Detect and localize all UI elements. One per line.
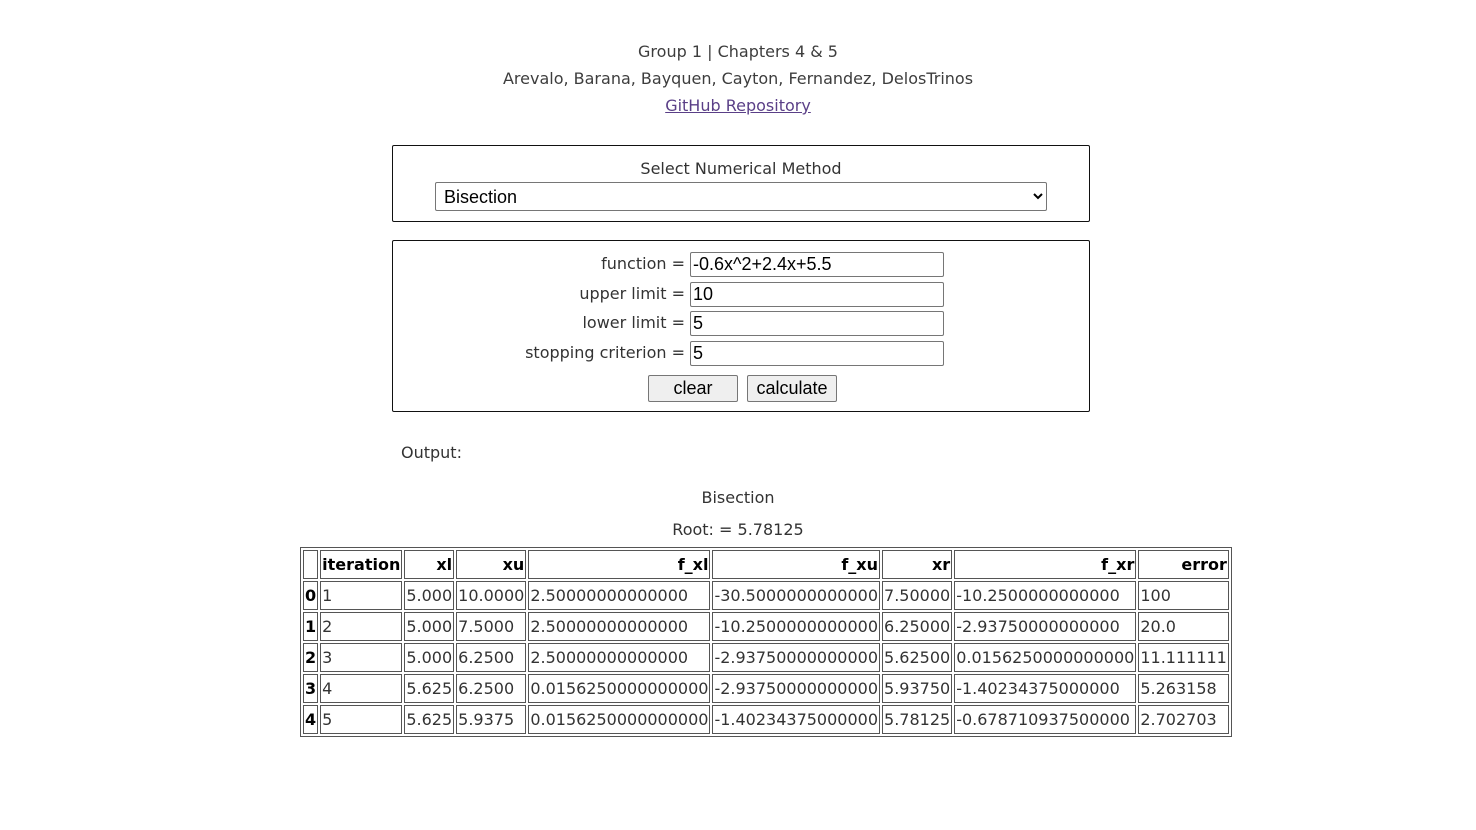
cell-f-xl: 2.50000000000000 [528, 643, 711, 672]
cell-error: 11.111111 [1138, 643, 1229, 672]
upper-limit-label: upper limit = [579, 284, 685, 303]
page-header: Group 1 | Chapters 4 & 5 Arevalo, Barana… [0, 38, 1476, 119]
header-index [303, 550, 319, 579]
lower-limit-row: lower limit = [393, 311, 1089, 337]
cell-f-xr: -1.40234375000000 [954, 674, 1137, 703]
cell-xu: 10.0000 [456, 581, 527, 610]
cell-error: 5.263158 [1138, 674, 1229, 703]
result-method-title: Bisection [701, 488, 775, 507]
cell-xl: 5.000 [404, 612, 455, 641]
cell-iteration: 4 [320, 674, 403, 703]
cell-f-xr: 0.0156250000000000 [954, 643, 1137, 672]
upper-limit-input[interactable] [690, 282, 944, 307]
row-index: 0 [303, 581, 319, 610]
stopping-criterion-row: stopping criterion = [393, 341, 1089, 367]
stopping-criterion-label: stopping criterion = [525, 343, 685, 362]
cell-xu: 6.2500 [456, 674, 527, 703]
cell-f-xl: 2.50000000000000 [528, 581, 711, 610]
cell-f-xu: -10.2500000000000 [712, 612, 881, 641]
cell-iteration: 1 [320, 581, 403, 610]
header-error: error [1138, 550, 1229, 579]
results-table: iteration xl xu f_xl f_xu xr f_xr error … [300, 547, 1232, 737]
cell-f-xr: -2.93750000000000 [954, 612, 1137, 641]
table-row: 1 2 5.000 7.5000 2.50000000000000 -10.25… [303, 612, 1229, 641]
cell-xl: 5.625 [404, 674, 455, 703]
header-f-xu: f_xu [712, 550, 881, 579]
cell-iteration: 5 [320, 705, 403, 734]
cell-xl: 5.625 [404, 705, 455, 734]
cell-f-xl: 0.0156250000000000 [528, 674, 711, 703]
upper-limit-row: upper limit = [393, 282, 1089, 308]
authors-line: Arevalo, Barana, Bayquen, Cayton, Fernan… [502, 69, 974, 88]
table-row: 0 1 5.000 10.0000 2.50000000000000 -30.5… [303, 581, 1229, 610]
header-f-xl: f_xl [528, 550, 711, 579]
cell-xr: 5.62500 [882, 643, 953, 672]
cell-xr: 6.25000 [882, 612, 953, 641]
cell-error: 2.702703 [1138, 705, 1229, 734]
row-index: 4 [303, 705, 319, 734]
header-f-xr: f_xr [954, 550, 1137, 579]
cell-error: 100 [1138, 581, 1229, 610]
cell-f-xr: -10.2500000000000 [954, 581, 1137, 610]
result-root: Root: = 5.78125 [672, 520, 804, 539]
cell-iteration: 3 [320, 643, 403, 672]
row-index: 2 [303, 643, 319, 672]
function-label: function = [601, 254, 685, 273]
cell-f-xu: -2.93750000000000 [712, 674, 881, 703]
cell-xl: 5.000 [404, 581, 455, 610]
input-panel: function = upper limit = lower limit = s… [392, 240, 1090, 412]
lower-limit-label: lower limit = [582, 313, 685, 332]
function-row: function = [393, 252, 1089, 278]
header-xu: xu [456, 550, 527, 579]
lower-limit-input[interactable] [690, 311, 944, 336]
calculate-button[interactable]: calculate [747, 375, 837, 402]
header-xl: xl [404, 550, 455, 579]
table-header-row: iteration xl xu f_xl f_xu xr f_xr error [303, 550, 1229, 579]
cell-xu: 6.2500 [456, 643, 527, 672]
method-panel: Select Numerical Method Bisection [392, 145, 1090, 222]
method-label: Select Numerical Method [640, 159, 842, 178]
method-select[interactable]: Bisection [435, 182, 1047, 211]
table-row: 4 5 5.625 5.9375 0.0156250000000000 -1.4… [303, 705, 1229, 734]
cell-xr: 5.93750 [882, 674, 953, 703]
cell-xu: 7.5000 [456, 612, 527, 641]
function-input[interactable] [690, 252, 944, 277]
github-repository-link[interactable]: GitHub Repository [665, 96, 811, 115]
cell-f-xu: -30.5000000000000 [712, 581, 881, 610]
header-iteration: iteration [320, 550, 403, 579]
table-row: 2 3 5.000 6.2500 2.50000000000000 -2.937… [303, 643, 1229, 672]
cell-xu: 5.9375 [456, 705, 527, 734]
group-title: Group 1 | Chapters 4 & 5 [638, 42, 838, 61]
cell-xr: 5.78125 [882, 705, 953, 734]
cell-error: 20.0 [1138, 612, 1229, 641]
button-row: clear calculate [393, 375, 1089, 403]
clear-button[interactable]: clear [648, 375, 738, 402]
cell-xr: 7.50000 [882, 581, 953, 610]
cell-xl: 5.000 [404, 643, 455, 672]
table-row: 3 4 5.625 6.2500 0.0156250000000000 -2.9… [303, 674, 1229, 703]
stopping-criterion-input[interactable] [690, 341, 944, 366]
cell-f-xu: -2.93750000000000 [712, 643, 881, 672]
cell-f-xl: 2.50000000000000 [528, 612, 711, 641]
output-label: Output: [401, 443, 462, 462]
header-xr: xr [882, 550, 953, 579]
row-index: 3 [303, 674, 319, 703]
cell-f-xu: -1.40234375000000 [712, 705, 881, 734]
cell-iteration: 2 [320, 612, 403, 641]
cell-f-xl: 0.0156250000000000 [528, 705, 711, 734]
cell-f-xr: -0.678710937500000 [954, 705, 1137, 734]
row-index: 1 [303, 612, 319, 641]
